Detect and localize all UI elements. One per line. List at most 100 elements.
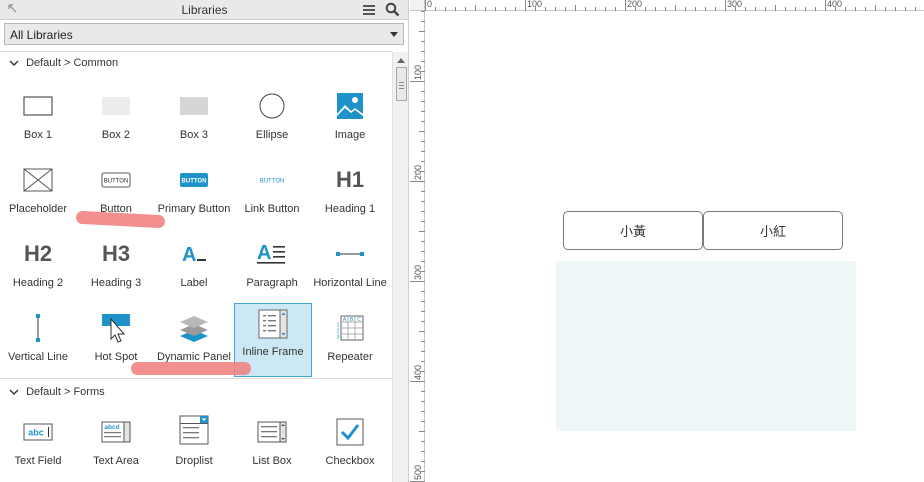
widget-label: List Box — [252, 455, 292, 467]
widget-heading-2[interactable]: H2 Heading 2 — [0, 225, 77, 299]
canvas-dynamic-panel[interactable] — [556, 261, 856, 431]
widget-checkbox[interactable]: Checkbox — [311, 403, 389, 477]
widget-list-box[interactable]: List Box — [233, 403, 311, 477]
chevron-down-icon — [9, 60, 19, 67]
section-title: Default > Common — [26, 57, 119, 70]
ruler-ticks — [410, 11, 425, 482]
widget-label[interactable]: A Label — [155, 225, 233, 299]
heading1-icon: H1 — [335, 167, 365, 192]
widget-label: Checkbox — [325, 455, 375, 467]
box1-icon — [23, 96, 53, 116]
ellipse-icon — [259, 93, 285, 119]
ruler-label: 100 — [413, 64, 423, 80]
ruler-label: 200 — [413, 164, 423, 180]
widget-heading-1[interactable]: H1 Heading 1 — [311, 151, 389, 225]
widget-text-field[interactable]: abc Text Field — [0, 403, 77, 477]
widget-box-2[interactable]: Box 2 — [77, 77, 155, 151]
chevron-down-icon — [9, 389, 19, 396]
ruler-horizontal: 0 100 200 300 400 — [425, 0, 924, 11]
checkbox-icon — [336, 418, 364, 446]
ruler-label: 0 — [427, 0, 433, 9]
ruler-ticks — [425, 0, 916, 11]
widget-text-area[interactable]: abcd Text Area — [77, 403, 155, 477]
widget-placeholder[interactable]: Placeholder — [0, 151, 77, 225]
widget-box-1[interactable]: Box 1 — [0, 77, 77, 151]
repeater-icon: A B C 1 2 3 — [337, 315, 364, 341]
widget-label: Primary Button — [157, 203, 231, 215]
svg-text:C: C — [357, 317, 361, 323]
widget-label: Heading 3 — [90, 277, 142, 289]
chevron-down-icon — [390, 32, 398, 37]
section-title: Default > Forms — [26, 386, 105, 399]
svg-text:BUTTON: BUTTON — [260, 179, 285, 185]
widget-repeater[interactable]: A B C 1 2 3 Repeater — [311, 299, 389, 373]
ruler-label: 300 — [727, 0, 743, 9]
paragraph-icon: A — [257, 242, 285, 264]
library-select[interactable]: All Libraries — [4, 23, 404, 45]
widget-ellipse[interactable]: Ellipse — [233, 77, 311, 151]
widget-link-button[interactable]: BUTTON Link Button — [233, 151, 311, 225]
svg-text:BUTTON: BUTTON — [104, 179, 129, 185]
widget-label: Paragraph — [246, 277, 298, 289]
annotation-highlight — [131, 362, 251, 375]
widget-label: Heading 1 — [324, 203, 376, 215]
panel-title: Libraries — [181, 3, 228, 17]
widget-label: Repeater — [327, 351, 373, 363]
widget-label: Ellipse — [255, 129, 289, 141]
ruler-label: 300 — [413, 264, 423, 280]
panel-header: Libraries — [0, 0, 408, 20]
widget-droplist[interactable]: Droplist — [155, 403, 233, 477]
ruler-label: 200 — [627, 0, 643, 9]
droplist-icon — [179, 415, 209, 445]
section-header-common[interactable]: Default > Common — [8, 57, 118, 73]
widget-primary-button[interactable]: BUTTON Primary Button — [155, 151, 233, 225]
canvas-button-red[interactable]: 小紅 — [703, 211, 843, 250]
ruler-label: 500 — [413, 464, 423, 480]
placeholder-icon — [23, 168, 53, 192]
library-select-value: All Libraries — [10, 28, 73, 42]
vertical-line-icon — [36, 314, 40, 342]
inline-frame-icon — [258, 309, 288, 339]
hot-spot-icon — [102, 314, 130, 343]
text-field-icon: abc — [23, 423, 53, 441]
section-header-forms[interactable]: Default > Forms — [8, 386, 105, 402]
horizontal-line-icon — [336, 252, 364, 256]
ruler-label: 400 — [827, 0, 843, 9]
svg-text:abcd: abcd — [104, 424, 119, 431]
scroll-thumb[interactable] — [396, 67, 407, 101]
widget-label: Image — [334, 129, 366, 141]
svg-text:abc: abc — [28, 428, 44, 438]
ruler-label: 400 — [413, 364, 423, 380]
list-box-icon — [257, 421, 287, 443]
scroll-up-arrow-icon[interactable] — [397, 58, 405, 63]
library-scrollbar[interactable] — [392, 52, 408, 482]
primary-button-icon: BUTTON — [180, 173, 208, 187]
heading2-icon: H2 — [23, 241, 53, 266]
divider — [0, 378, 392, 379]
button-icon: BUTTON — [101, 172, 131, 188]
widget-paragraph[interactable]: A Paragraph — [233, 225, 311, 299]
widget-label: Horizontal Line — [313, 277, 387, 289]
widget-vertical-line[interactable]: Vertical Line — [0, 299, 77, 373]
widget-box-3[interactable]: Box 3 — [155, 77, 233, 151]
widget-label: Inline Frame — [242, 346, 304, 358]
svg-text:BUTTON: BUTTON — [182, 179, 207, 185]
widget-image[interactable]: Image — [311, 77, 389, 151]
widget-label: Droplist — [175, 455, 213, 467]
widget-label: Box 2 — [101, 129, 131, 141]
ruler-vertical: 100 200 300 400 500 — [410, 11, 425, 482]
widget-label-text: Label — [180, 277, 208, 289]
link-button-icon: BUTTON — [260, 179, 285, 185]
ruler-corner — [410, 0, 425, 11]
divider — [0, 51, 392, 52]
search-icon[interactable] — [385, 2, 400, 17]
widget-heading-3[interactable]: H3 Heading 3 — [77, 225, 155, 299]
menu-icon[interactable] — [362, 3, 376, 17]
dynamic-panel-icon — [180, 316, 208, 342]
widget-horizontal-line[interactable]: Horizontal Line — [311, 225, 389, 299]
widget-label: Link Button — [244, 203, 300, 215]
ruler-label: 100 — [527, 0, 543, 9]
svg-text:A: A — [182, 244, 196, 266]
box3-icon — [180, 97, 208, 115]
canvas-button-yellow[interactable]: 小黃 — [563, 211, 703, 250]
